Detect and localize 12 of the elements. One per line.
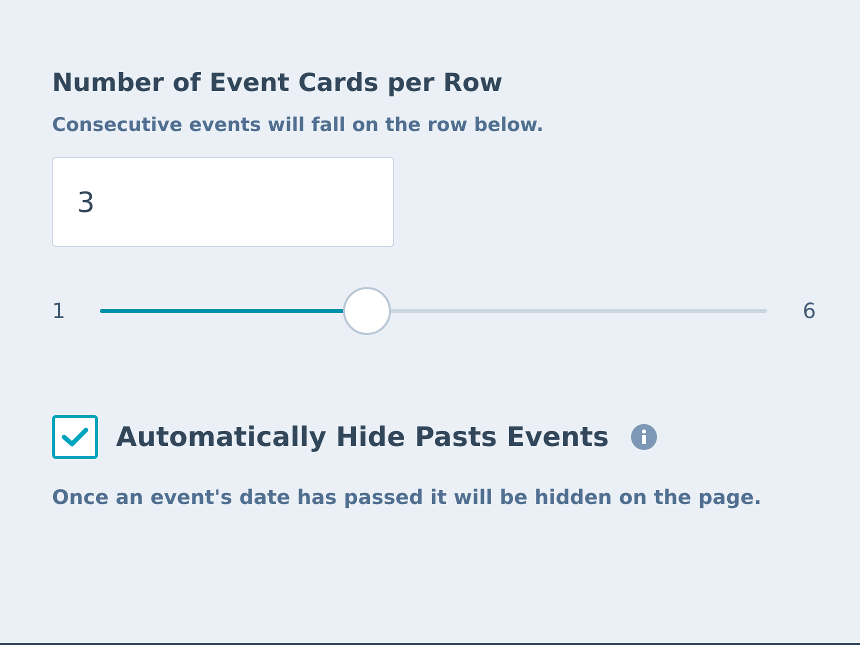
slider-max-label: 6 [802,299,816,323]
section-description: Consecutive events will fall on the row below. [52,113,545,138]
info-icon[interactable] [631,424,658,450]
slider[interactable] [100,287,767,335]
checkbox-description: Once an event's date has passed it will be hidden on the page. [52,484,763,511]
checkbox[interactable] [52,415,98,459]
slider-thumb[interactable] [342,287,391,335]
slider-min-label: 1 [52,299,66,323]
checkbox-label: Automatically Hide Pasts Events [116,422,610,452]
cards-per-row-field[interactable]: 3 [52,157,394,247]
section-title: Number of Event Cards per Row [52,67,504,99]
check-icon [61,426,89,448]
